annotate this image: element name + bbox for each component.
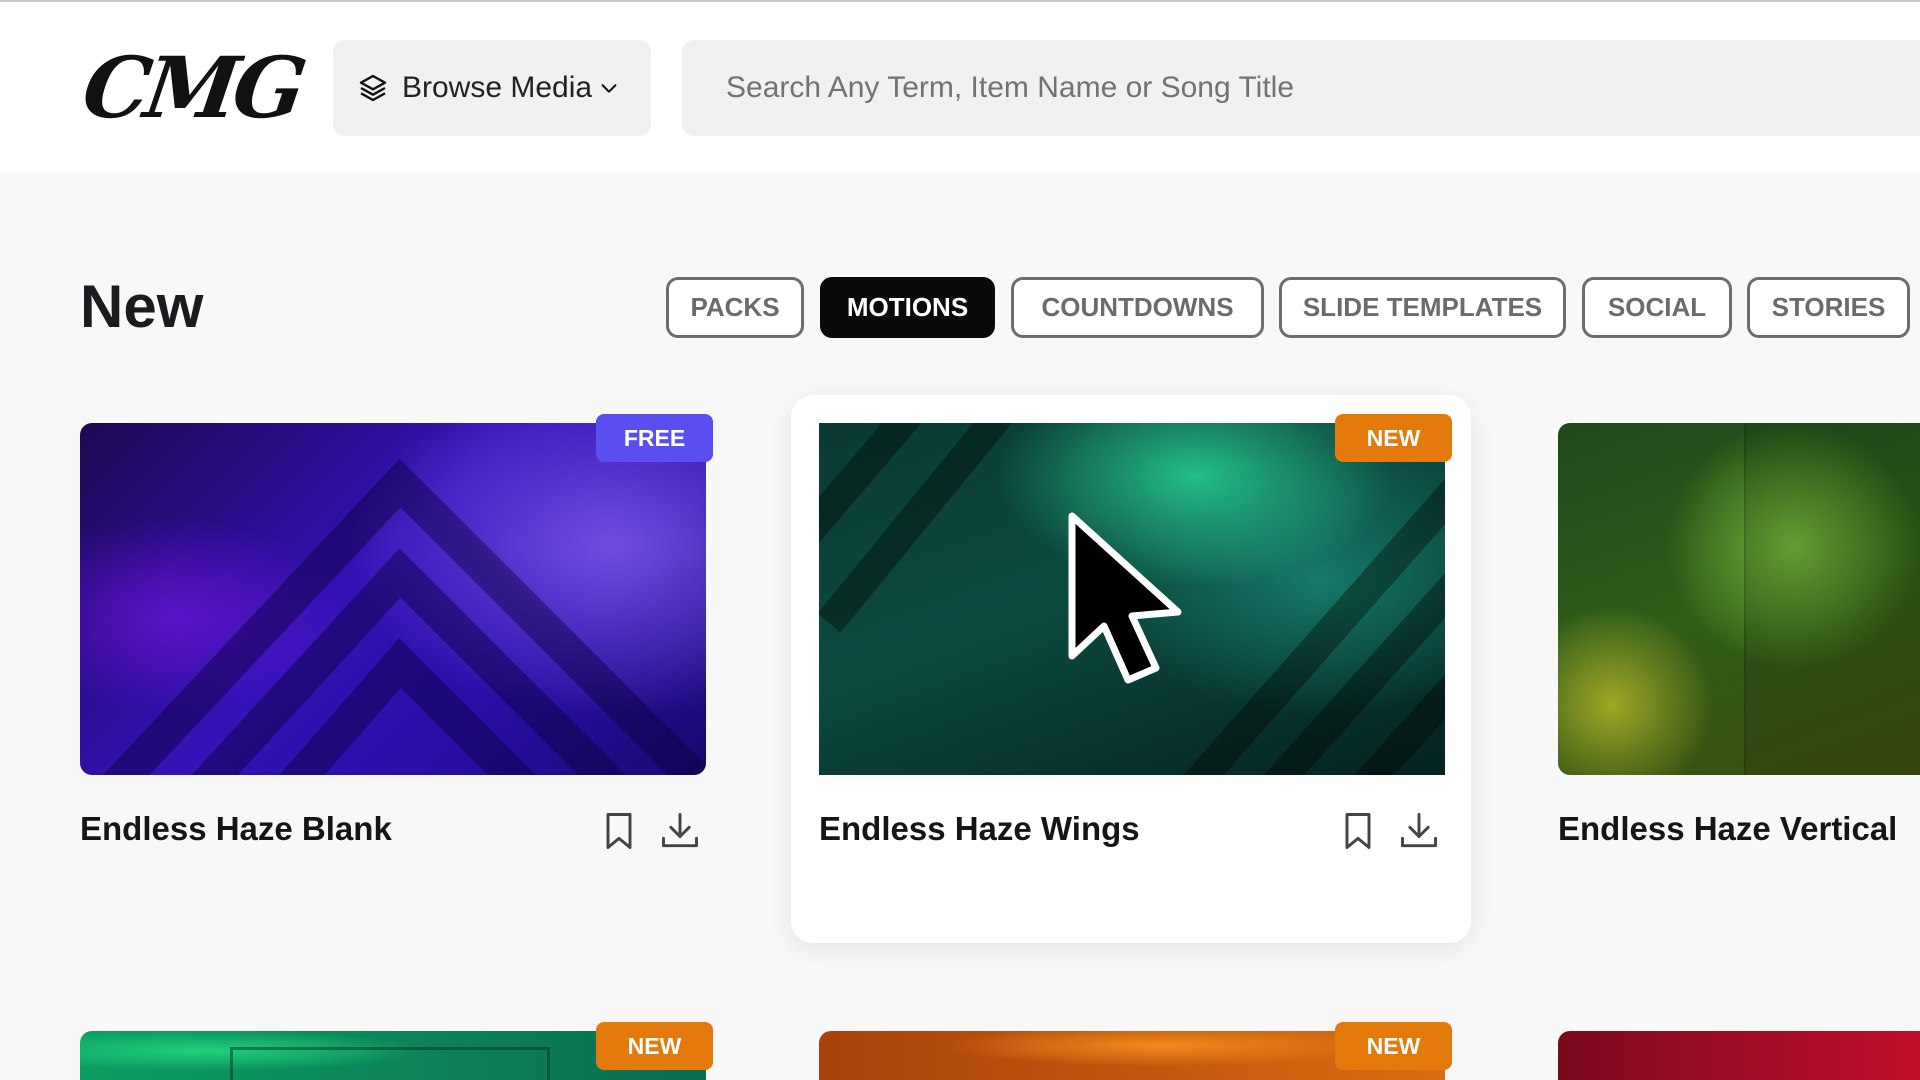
filter-motions[interactable]: MOTIONS	[820, 277, 995, 338]
thumbnail-artwork	[230, 1047, 550, 1080]
search-input[interactable]	[726, 71, 1626, 105]
card-title[interactable]: Endless Haze Wings	[819, 810, 1140, 848]
thumbnail-row2-item3[interactable]	[1558, 1031, 1920, 1080]
cmg-logo[interactable]: CMG	[77, 38, 307, 137]
filter-packs[interactable]: PACKS	[666, 277, 804, 338]
section-title: New	[80, 273, 204, 340]
bookmark-icon[interactable]	[597, 808, 641, 854]
new-badge: NEW	[596, 1022, 713, 1070]
download-icon[interactable]	[658, 808, 702, 854]
card-title[interactable]: Endless Haze Blank	[80, 810, 392, 848]
new-badge: NEW	[1335, 414, 1452, 462]
filter-slide-templates[interactable]: SLIDE TEMPLATES	[1279, 277, 1566, 338]
filter-social[interactable]: SOCIAL	[1582, 277, 1732, 338]
browse-media-label: Browse Media	[402, 71, 593, 104]
thumbnail-artwork	[1744, 423, 1920, 775]
new-badge: NEW	[1335, 1022, 1452, 1070]
layers-icon	[359, 74, 387, 102]
bookmark-icon[interactable]	[1336, 808, 1380, 854]
card-title[interactable]: Endless Haze Vertical	[1558, 810, 1897, 848]
chevron-down-icon	[601, 84, 617, 93]
download-icon[interactable]	[1397, 808, 1441, 854]
thumbnail-endless-haze-vertical[interactable]	[1558, 423, 1920, 775]
browse-media-button[interactable]: Browse Media	[333, 40, 651, 136]
search-bar[interactable]	[682, 40, 1920, 136]
cursor-icon	[1068, 512, 1182, 684]
filter-countdowns[interactable]: COUNTDOWNS	[1011, 277, 1264, 338]
free-badge: FREE	[596, 414, 713, 462]
thumbnail-artwork	[102, 458, 706, 775]
thumbnail-endless-haze-blank[interactable]	[80, 423, 706, 775]
site-header: CMG Browse Media	[0, 2, 1920, 172]
filter-stories[interactable]: STORIES	[1747, 277, 1910, 338]
